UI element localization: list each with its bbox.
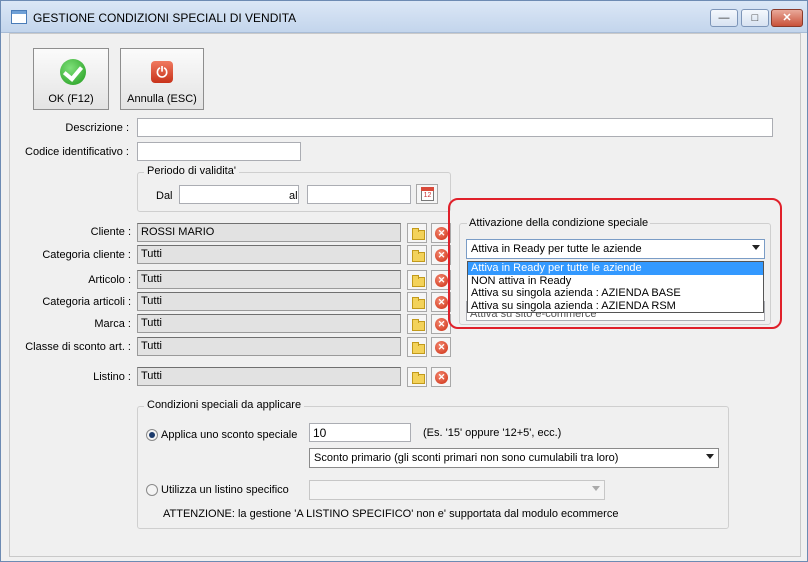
categoria-cliente-folder-icon[interactable] <box>407 245 427 265</box>
cancel-button-label: Annulla (ESC) <box>127 93 197 105</box>
calendar-button[interactable]: 12 <box>416 184 438 204</box>
clear-icon: ✕ <box>435 274 448 287</box>
clear-icon: ✕ <box>435 249 448 262</box>
codice-input[interactable] <box>137 142 301 161</box>
listino-clear-button[interactable]: ✕ <box>431 367 451 387</box>
ok-button[interactable]: OK (F12) <box>33 48 109 110</box>
articolo-folder-icon[interactable] <box>407 270 427 290</box>
al-input[interactable] <box>307 185 411 204</box>
maximize-button[interactable]: □ <box>741 9 769 27</box>
check-icon <box>60 59 86 85</box>
listino-label: Listino : <box>93 371 131 383</box>
window-title: GESTIONE CONDIZIONI SPECIALI DI VENDITA <box>33 11 297 25</box>
marca-input[interactable]: Tutti <box>137 314 401 333</box>
descrizione-label: Descrizione : <box>65 122 129 134</box>
classe-sconto-input[interactable]: Tutti <box>137 337 401 356</box>
calendar-icon: 12 <box>421 187 434 201</box>
cancel-button[interactable]: ⏻ Annulla (ESC) <box>120 48 204 110</box>
chevron-down-icon <box>706 454 714 459</box>
categoria-articoli-label: Categoria articoli : <box>42 296 131 308</box>
classe-sconto-label: Classe di sconto art. : <box>25 341 131 353</box>
sconto-type-value: Sconto primario (gli sconti primari non … <box>314 452 619 464</box>
clear-icon: ✕ <box>435 296 448 309</box>
listino-input[interactable]: Tutti <box>137 367 401 386</box>
clear-icon: ✕ <box>435 371 448 384</box>
codice-label: Codice identificativo : <box>25 146 129 158</box>
marca-folder-icon[interactable] <box>407 314 427 334</box>
categoria-cliente-label: Categoria cliente : <box>42 249 131 261</box>
al-label: al <box>289 190 298 202</box>
sconto-hint: (Es. '15' oppure '12+5', ecc.) <box>423 427 562 439</box>
dal-label: Dal <box>156 190 173 202</box>
clear-icon: ✕ <box>435 318 448 331</box>
listino-radio[interactable] <box>146 484 158 496</box>
periodo-title: Periodo di validita' <box>144 165 239 177</box>
highlight-frame <box>448 198 782 329</box>
sconto-radio-label: Applica uno sconto speciale <box>161 429 298 441</box>
classe-sconto-clear-button[interactable]: ✕ <box>431 337 451 357</box>
sconto-radio[interactable] <box>146 429 158 441</box>
categoria-articoli-folder-icon[interactable] <box>407 292 427 312</box>
chevron-down-icon <box>592 486 600 491</box>
cliente-input[interactable]: ROSSI MARIO <box>137 223 401 242</box>
main-window: GESTIONE CONDIZIONI SPECIALI DI VENDITA … <box>0 0 808 562</box>
window-icon <box>11 10 27 24</box>
condizioni-title: Condizioni speciali da applicare <box>144 399 305 411</box>
listino-radio-label: Utilizza un listino specifico <box>161 484 289 496</box>
dal-input[interactable] <box>179 185 299 204</box>
cliente-label: Cliente : <box>90 226 131 238</box>
listino-folder-icon[interactable] <box>407 367 427 387</box>
warning-text: ATTENZIONE: la gestione 'A LISTINO SPECI… <box>163 508 619 520</box>
categoria-cliente-input[interactable]: Tutti <box>137 245 401 264</box>
articolo-input[interactable]: Tutti <box>137 270 401 289</box>
close-button[interactable]: ✕ <box>771 9 803 27</box>
title-bar: GESTIONE CONDIZIONI SPECIALI DI VENDITA … <box>1 1 807 33</box>
power-icon: ⏻ <box>151 61 173 83</box>
articolo-label: Articolo : <box>88 274 131 286</box>
descrizione-input[interactable] <box>137 118 773 137</box>
listino-select[interactable] <box>309 480 605 500</box>
clear-icon: ✕ <box>435 227 448 240</box>
marca-label: Marca : <box>94 318 131 330</box>
minimize-button[interactable]: — <box>710 9 738 27</box>
sconto-input[interactable]: 10 <box>309 423 411 442</box>
sconto-type-select[interactable]: Sconto primario (gli sconti primari non … <box>309 448 719 468</box>
clear-icon: ✕ <box>435 341 448 354</box>
ok-button-label: OK (F12) <box>48 93 94 105</box>
classe-sconto-folder-icon[interactable] <box>407 337 427 357</box>
cliente-folder-icon[interactable] <box>407 223 427 243</box>
categoria-articoli-input[interactable]: Tutti <box>137 292 401 311</box>
